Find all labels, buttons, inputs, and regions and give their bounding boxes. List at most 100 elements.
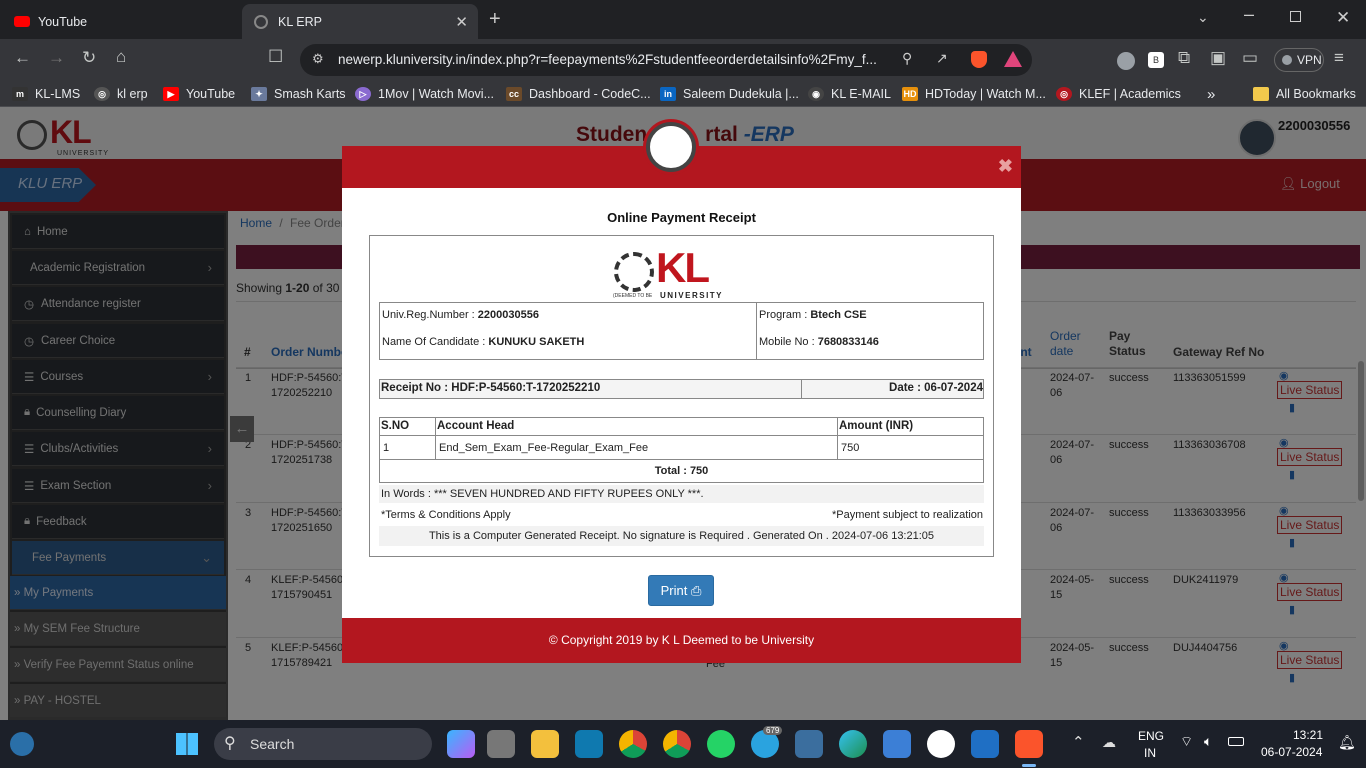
print-button[interactable]: Print ⎙ (648, 575, 714, 606)
logo-text: KL (656, 244, 710, 291)
chrome-profile-icon[interactable] (663, 730, 691, 758)
modal-footer: © Copyright 2019 by K L Deemed to be Uni… (342, 618, 1021, 663)
field-label: Mobile No : (759, 336, 818, 348)
realization-note: *Payment subject to realization (831, 509, 983, 521)
url-text[interactable]: newerp.kluniversity.in/index.php?r=feepa… (338, 52, 898, 67)
tab-kl-erp[interactable]: KL ERP ✕ (242, 4, 478, 39)
prime-video-icon[interactable] (575, 730, 603, 758)
bookmark-codechef[interactable]: cc Dashboard - CodeC... (506, 85, 651, 103)
store-icon[interactable] (883, 730, 911, 758)
bookmark-smash-karts[interactable]: ✦ Smash Karts (251, 85, 346, 103)
reload-icon[interactable]: ↻ (82, 48, 96, 68)
wifi-icon[interactable]: ⌔ (1180, 733, 1193, 751)
language-label[interactable]: ENG (1138, 729, 1164, 743)
clock-date[interactable]: 06-07-2024 (1261, 745, 1322, 759)
all-bookmarks-button[interactable]: All Bookmarks (1253, 85, 1356, 103)
volume-icon[interactable]: 🔈︎ (1204, 733, 1212, 750)
copyright-text: © Copyright 2019 by K L Deemed to be Uni… (548, 633, 815, 647)
page-viewport: KL UNIVERSITY Studenrtal -ERP 2200030556… (0, 107, 1366, 720)
bookmark-linkedin[interactable]: in Saleem Dudekula |... (660, 85, 799, 103)
minimize-icon[interactable]: – (1244, 4, 1254, 25)
edge-icon[interactable] (839, 730, 867, 758)
tab-search-icon[interactable]: ⌄ (1197, 9, 1209, 26)
bookmark-kl-email[interactable]: ◉ KL E-MAIL (808, 85, 891, 103)
field-label: Name Of Candidate : (382, 336, 489, 348)
wallet-icon[interactable]: ▭ (1242, 48, 1258, 68)
extension-b-icon[interactable]: B (1148, 52, 1164, 68)
browser-tab-bar: YouTube KL ERP ✕ + ⌄ – ✕ (0, 0, 1366, 39)
receipt-number: Receipt No : HDF:P-54560:T-1720252210 (381, 382, 601, 394)
windows-taskbar: ⚲ Search 679 ⌃ ☁ ENG IN ⌔ 🔈︎ 13:21 06-07… (0, 720, 1366, 768)
extension-cursor-icon[interactable] (1117, 52, 1135, 70)
field-value: KUNUKU SAKETH (488, 336, 585, 348)
start-icon[interactable] (176, 733, 198, 755)
search-placeholder: Search (250, 736, 295, 752)
modal-close-icon[interactable]: ✖ (998, 156, 1013, 177)
row-sno: 1 (383, 442, 390, 454)
vpn-status-icon (1282, 55, 1292, 65)
row-amount: 750 (841, 442, 860, 454)
print-label: Print (660, 583, 688, 598)
bookmark-kl-erp[interactable]: ◎ kl erp (94, 85, 148, 103)
notifications-icon[interactable]: 🔔︎ (1338, 734, 1356, 751)
share-icon[interactable]: ↗ (936, 50, 948, 67)
brave-rewards-icon[interactable] (1004, 51, 1022, 67)
fee-table-hline (379, 459, 984, 460)
logo-deemed: (DEEMED TO BE (613, 293, 653, 299)
dell-icon[interactable] (927, 730, 955, 758)
reg-number: Univ.Reg.Number : 2200030556 (382, 309, 539, 321)
menu-icon[interactable]: ≡ (1334, 48, 1344, 68)
site-settings-icon[interactable]: ⚙ (312, 51, 324, 67)
bookmark-kl-lms[interactable]: m KL-LMS (12, 85, 80, 103)
bookmark-icon[interactable]: ☐ (268, 47, 283, 67)
bookmark-klef-academics[interactable]: ◎ KLEF | Academics (1056, 85, 1181, 103)
program: Program : Btech CSE (759, 309, 867, 321)
battery-icon[interactable] (1228, 737, 1244, 746)
extensions-icon[interactable]: ⧉ (1178, 48, 1190, 68)
brave-icon[interactable] (1015, 730, 1043, 758)
forward-icon[interactable]: → (48, 48, 65, 68)
receipt-total: Total : 750 (654, 465, 709, 477)
bookmark-label: KL E-MAIL (831, 87, 891, 101)
address-bar[interactable]: ⚙ newerp.kluniversity.in/index.php?r=fee… (300, 44, 1032, 76)
col-header-amount: Amount (INR) (839, 420, 914, 432)
col-header-account-head: Account Head (437, 420, 515, 432)
region-label[interactable]: IN (1144, 746, 1156, 760)
clock-time[interactable]: 13:21 (1293, 728, 1323, 742)
zoom-icon[interactable]: ⚲ (902, 50, 912, 67)
more-bookmarks-icon[interactable]: » (1207, 85, 1215, 103)
bookmark-label: 1Mov | Watch Movi... (378, 87, 495, 101)
bookmark-label: All Bookmarks (1276, 87, 1356, 101)
bookmark-1mov[interactable]: ▷ 1Mov | Watch Movi... (355, 85, 494, 103)
sidebar-icon[interactable]: ▣ (1210, 48, 1226, 68)
home-icon[interactable]: ⌂ (116, 47, 126, 67)
whatsapp-icon[interactable] (707, 730, 735, 758)
vscode-icon[interactable] (795, 730, 823, 758)
bookmark-label: kl erp (117, 87, 148, 101)
back-icon[interactable]: ← (14, 48, 31, 68)
file-explorer-icon[interactable] (531, 730, 559, 758)
restore-icon[interactable] (1290, 11, 1301, 22)
vpn-button[interactable]: VPN (1274, 48, 1324, 72)
widgets-icon[interactable] (10, 732, 34, 756)
fee-table-vline (435, 417, 436, 459)
taskbar-search-box[interactable]: ⚲ Search (214, 728, 432, 760)
weather-icon[interactable]: ☁ (1102, 734, 1116, 751)
close-window-icon[interactable]: ✕ (1336, 8, 1350, 28)
outlook-icon[interactable] (971, 730, 999, 758)
tab-youtube[interactable]: YouTube (0, 4, 240, 39)
show-hidden-icons[interactable]: ⌃ (1072, 733, 1085, 751)
bookmark-label: Dashboard - CodeC... (529, 87, 651, 101)
receipt-number-divider (801, 379, 802, 399)
task-view-icon[interactable] (487, 730, 515, 758)
bookmark-hdtoday[interactable]: HD HDToday | Watch M... (902, 85, 1046, 103)
chrome-icon[interactable] (619, 730, 647, 758)
brave-shield-icon[interactable] (971, 51, 987, 68)
bookmark-youtube[interactable]: ▶ YouTube (163, 85, 235, 103)
fee-table-vline (837, 417, 838, 459)
new-tab-icon[interactable]: + (489, 8, 501, 31)
generated-note: This is a Computer Generated Receipt. No… (428, 530, 935, 542)
bookmark-label: KLEF | Academics (1079, 87, 1181, 101)
copilot-icon[interactable] (447, 730, 475, 758)
close-tab-icon[interactable]: ✕ (455, 13, 468, 31)
